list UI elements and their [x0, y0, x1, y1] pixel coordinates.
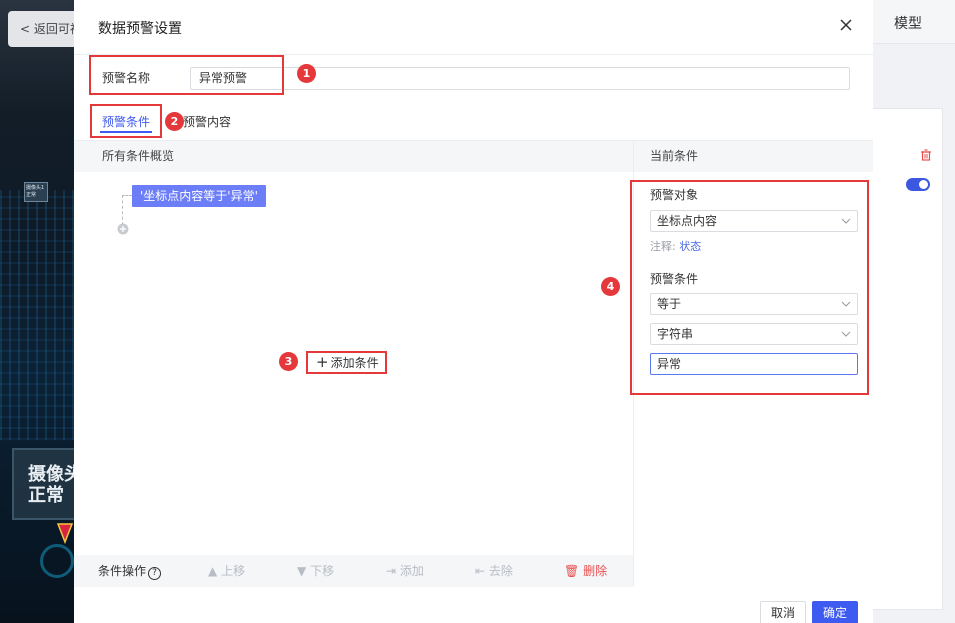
delete-op-label: 删除 [583, 564, 608, 578]
tab-alert-conditions[interactable]: 预警条件 [102, 113, 150, 130]
remove-op-button[interactable]: ⇤ 去除 [475, 555, 513, 587]
close-icon[interactable] [838, 17, 854, 33]
dialog-header-divider [74, 54, 873, 55]
chevron-down-icon [841, 301, 851, 307]
move-down-button[interactable]: ▼ 下移 [297, 555, 334, 587]
tab-model[interactable]: 模型 [894, 13, 922, 33]
tab-alert-content[interactable]: 预警内容 [183, 113, 231, 130]
add-op-label: 添加 [399, 564, 424, 578]
move-up-icon: ▲ [208, 564, 218, 578]
conditions-overview-pane: 所有条件概览 '坐标点内容等于'异常' + 添加条件 条件操作? ▲ 上移 ▼ 下… [74, 140, 634, 587]
chevron-down-icon [841, 331, 851, 337]
delete-op-button[interactable]: 🗑 删除 [564, 555, 607, 587]
condition-operations-bar: 条件操作? ▲ 上移 ▼ 下移 ⇥ 添加 ⇤ 去除 🗑 删除 [74, 555, 634, 587]
remove-op-icon: ⇤ [475, 564, 486, 578]
delete-op-icon: 🗑 [564, 564, 580, 578]
operator-select[interactable]: 等于 [650, 293, 858, 315]
add-op-icon: ⇥ [386, 564, 397, 578]
condition-node[interactable]: '坐标点内容等于'异常' [132, 185, 266, 207]
cancel-button[interactable]: 取消 [760, 601, 806, 623]
value-type-select-value: 字符串 [657, 327, 694, 341]
current-condition-pane: 当前条件 预警对象 坐标点内容 注释: 状态 预警条件 等于 字符串 异常 [633, 140, 873, 586]
chevron-left-icon: < [20, 22, 31, 36]
camera-label-line2: 正常 [28, 485, 64, 506]
note-prefix: 注释: [650, 240, 676, 253]
plus-circle-icon[interactable] [117, 223, 129, 235]
dialog-title: 数据预警设置 [98, 21, 182, 37]
remove-op-label: 去除 [488, 564, 513, 578]
condition-value-input[interactable]: 异常 [650, 353, 858, 375]
note-value: 状态 [679, 240, 702, 253]
target-select[interactable]: 坐标点内容 [650, 210, 858, 232]
overview-header: 所有条件概览 [74, 141, 634, 172]
move-down-icon: ▼ [297, 564, 307, 578]
target-select-value: 坐标点内容 [657, 214, 718, 228]
add-condition-button[interactable]: + 添加条件 [306, 352, 385, 375]
camera-marker-small: 摄像头1 正常 [24, 182, 48, 202]
tree-connector-branch [122, 195, 132, 196]
enable-toggle[interactable] [906, 178, 930, 191]
target-note: 注释: 状态 [650, 238, 701, 254]
move-up-button[interactable]: ▲ 上移 [208, 555, 245, 587]
add-op-button[interactable]: ⇥ 添加 [386, 555, 424, 587]
chevron-down-icon [841, 218, 851, 224]
location-marker-icon [56, 523, 74, 545]
background-3d-scene: 摄像头1 正常 摄像头 正常 [0, 0, 74, 623]
value-type-select[interactable]: 字符串 [650, 323, 858, 345]
background-right-panel: 模型 [873, 0, 955, 623]
help-icon[interactable]: ? [148, 567, 162, 580]
marker-ring [40, 544, 74, 578]
plus-icon: + [316, 353, 329, 371]
move-down-label: 下移 [310, 564, 335, 578]
alert-name-input[interactable]: 异常预警 [190, 67, 850, 90]
condition-label: 预警条件 [650, 272, 699, 286]
move-up-label: 上移 [221, 564, 246, 578]
operator-select-value: 等于 [657, 297, 682, 311]
alert-settings-dialog: 数据预警设置 预警名称 异常预警 预警条件 预警内容 所有条件概览 '坐标点内容… [74, 0, 873, 623]
trash-icon[interactable] [920, 149, 932, 161]
camera-label-line1: 摄像头 [28, 464, 74, 485]
tree-connector [122, 195, 123, 225]
current-condition-header: 当前条件 [634, 141, 873, 172]
alert-name-label: 预警名称 [102, 71, 151, 85]
add-condition-label: 添加条件 [330, 356, 379, 370]
target-label: 预警对象 [650, 188, 699, 202]
active-tab-indicator [100, 131, 152, 133]
camera-label-big: 摄像头 正常 [12, 448, 74, 520]
confirm-button[interactable]: 确定 [812, 601, 858, 623]
operations-label: 条件操作? [98, 555, 162, 587]
